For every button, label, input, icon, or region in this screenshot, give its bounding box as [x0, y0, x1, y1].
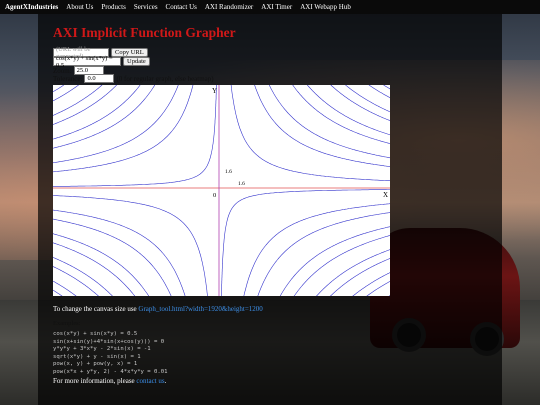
info-note: For more information, please contact us. — [53, 377, 166, 385]
y-axis-label: Y — [212, 87, 217, 95]
brand-logo[interactable]: AgentXIndustries — [5, 3, 58, 11]
nav-products[interactable]: Products — [101, 3, 126, 11]
canvas-size-text: To change the canvas size use — [53, 305, 137, 313]
nav-contact-us[interactable]: Contact Us — [166, 3, 197, 11]
equation-row: cos(x*y) + sin(x*y) = 0.5 Update — [53, 55, 150, 69]
example-line: sqrt(x*y) + y - sin(x) = 1 — [53, 353, 141, 360]
nav-axi-timer[interactable]: AXI Timer — [261, 3, 292, 11]
nav-axi-randomizer[interactable]: AXI Randomizer — [205, 3, 253, 11]
implicit-curve — [53, 85, 390, 296]
tick-label: 1.6 — [238, 181, 245, 187]
origin-label: 0 — [213, 192, 216, 199]
x-axis-label: X — [383, 191, 388, 199]
examples-list: cos(x*y) + sin(x*y) = 0.5 sin(x+sin(y)+4… — [53, 331, 168, 377]
page-title: AXI Implicit Function Grapher — [53, 25, 236, 40]
graph-canvas[interactable]: X Y 0 1.6 1.6 — [53, 85, 390, 296]
example-line: pow(x, y) + pow(y, x) = 1 — [53, 361, 138, 368]
nav-about-us[interactable]: About Us — [66, 3, 93, 11]
example-line: cos(x*y) + sin(x*y) = 0.5 — [53, 331, 138, 337]
canvas-size-link[interactable]: Graph_tool.html?width=1920&height=1200 — [138, 305, 262, 313]
example-line: sin(x+sin(y)+4*sin(x+cos(y))) = 0 — [53, 338, 165, 345]
tolerance-input[interactable]: 0.0 — [84, 74, 115, 83]
canvas-size-note: To change the canvas size use Graph_tool… — [53, 305, 263, 313]
examples-heading: Examples: — [53, 320, 81, 327]
tick-label: 1.6 — [225, 169, 232, 175]
info-end: . — [164, 377, 167, 385]
top-navbar: AgentXIndustries About Us Products Servi… — [0, 0, 540, 14]
tolerance-hint: (0 for regular graph, else heatmap) — [116, 74, 214, 83]
nav-axi-webapp-hub[interactable]: AXI Webapp Hub — [300, 3, 351, 11]
info-text: For more information, please — [53, 377, 135, 385]
update-button[interactable]: Update — [123, 57, 150, 66]
contact-us-link[interactable]: contact us — [136, 377, 164, 385]
example-line: y*y*y + 3*x*y - 2*sin(x) = -1 — [53, 346, 151, 353]
tolerance-label: Tolerance: — [53, 74, 83, 83]
equation-input[interactable]: cos(x*y) + sin(x*y) = 0.5 — [53, 55, 121, 69]
curve-group — [53, 85, 390, 296]
nav-services[interactable]: Services — [134, 3, 158, 11]
graph-plot: X Y 0 1.6 1.6 — [53, 85, 390, 296]
tolerance-row: Tolerance: 0.0 (0 for regular graph, els… — [53, 74, 214, 83]
example-line: pow(x*x + y*y, 2) - 4*x*y*y = 0.01 — [53, 368, 168, 375]
